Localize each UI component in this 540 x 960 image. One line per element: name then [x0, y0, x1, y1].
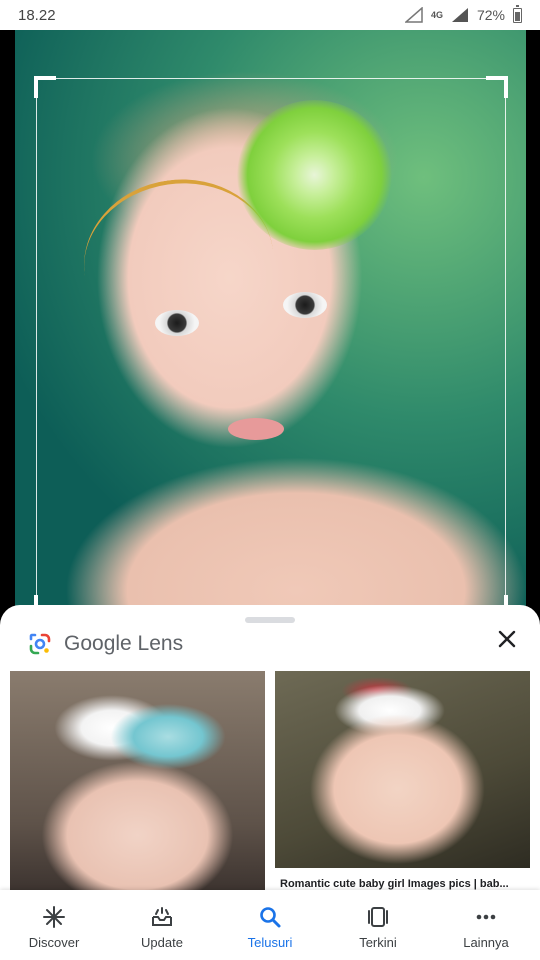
network-type: 4G — [430, 9, 443, 20]
nav-discover[interactable]: Discover — [0, 890, 108, 960]
lens-header: Google Lens — [28, 627, 183, 661]
search-icon — [257, 904, 283, 930]
asterisk-icon — [41, 904, 67, 930]
battery-icon — [513, 4, 522, 23]
nav-label-terkini: Terkini — [359, 935, 397, 950]
corner-handle-top-left[interactable] — [34, 76, 56, 98]
nav-label-update: Update — [141, 935, 183, 950]
result-image-1[interactable] — [10, 671, 265, 890]
close-icon — [498, 630, 516, 648]
bottom-navigation: Discover Update Telusuri Terkini Lainnya — [0, 890, 540, 960]
status-time: 18.22 — [18, 6, 56, 24]
more-icon — [473, 904, 499, 930]
result-image-2[interactable] — [275, 671, 530, 868]
recent-tabs-icon — [365, 904, 391, 930]
nav-label-lainnya: Lainnya — [463, 935, 509, 950]
nav-label-discover: Discover — [28, 935, 80, 950]
nav-telusuri[interactable]: Telusuri — [216, 890, 324, 960]
signal-empty-icon — [404, 7, 423, 23]
status-icons: 4G 72% — [404, 4, 522, 23]
battery-percent: 72% — [476, 7, 505, 23]
result-caption-2[interactable]: Romantic cute baby girl Images pics | ba… — [280, 878, 530, 890]
nav-label-telusuri: Telusuri — [247, 935, 293, 950]
status-bar: 18.22 4G 72% — [0, 0, 540, 30]
selection-frame[interactable] — [34, 76, 508, 617]
inbox-update-icon — [149, 904, 175, 930]
google-lens-icon — [29, 633, 51, 655]
corner-handle-top-right[interactable] — [486, 76, 508, 98]
lens-results-sheet: Google Lens Romantic cute baby girl Imag… — [0, 605, 540, 890]
close-button[interactable] — [494, 627, 520, 653]
camera-image-area[interactable] — [0, 30, 540, 620]
lens-title: Google Lens — [64, 632, 184, 655]
nav-lainnya[interactable]: Lainnya — [432, 890, 540, 960]
signal-icon — [451, 8, 468, 22]
nav-update[interactable]: Update — [108, 890, 216, 960]
nav-terkini[interactable]: Terkini — [324, 890, 432, 960]
sheet-drag-handle[interactable] — [245, 617, 295, 623]
